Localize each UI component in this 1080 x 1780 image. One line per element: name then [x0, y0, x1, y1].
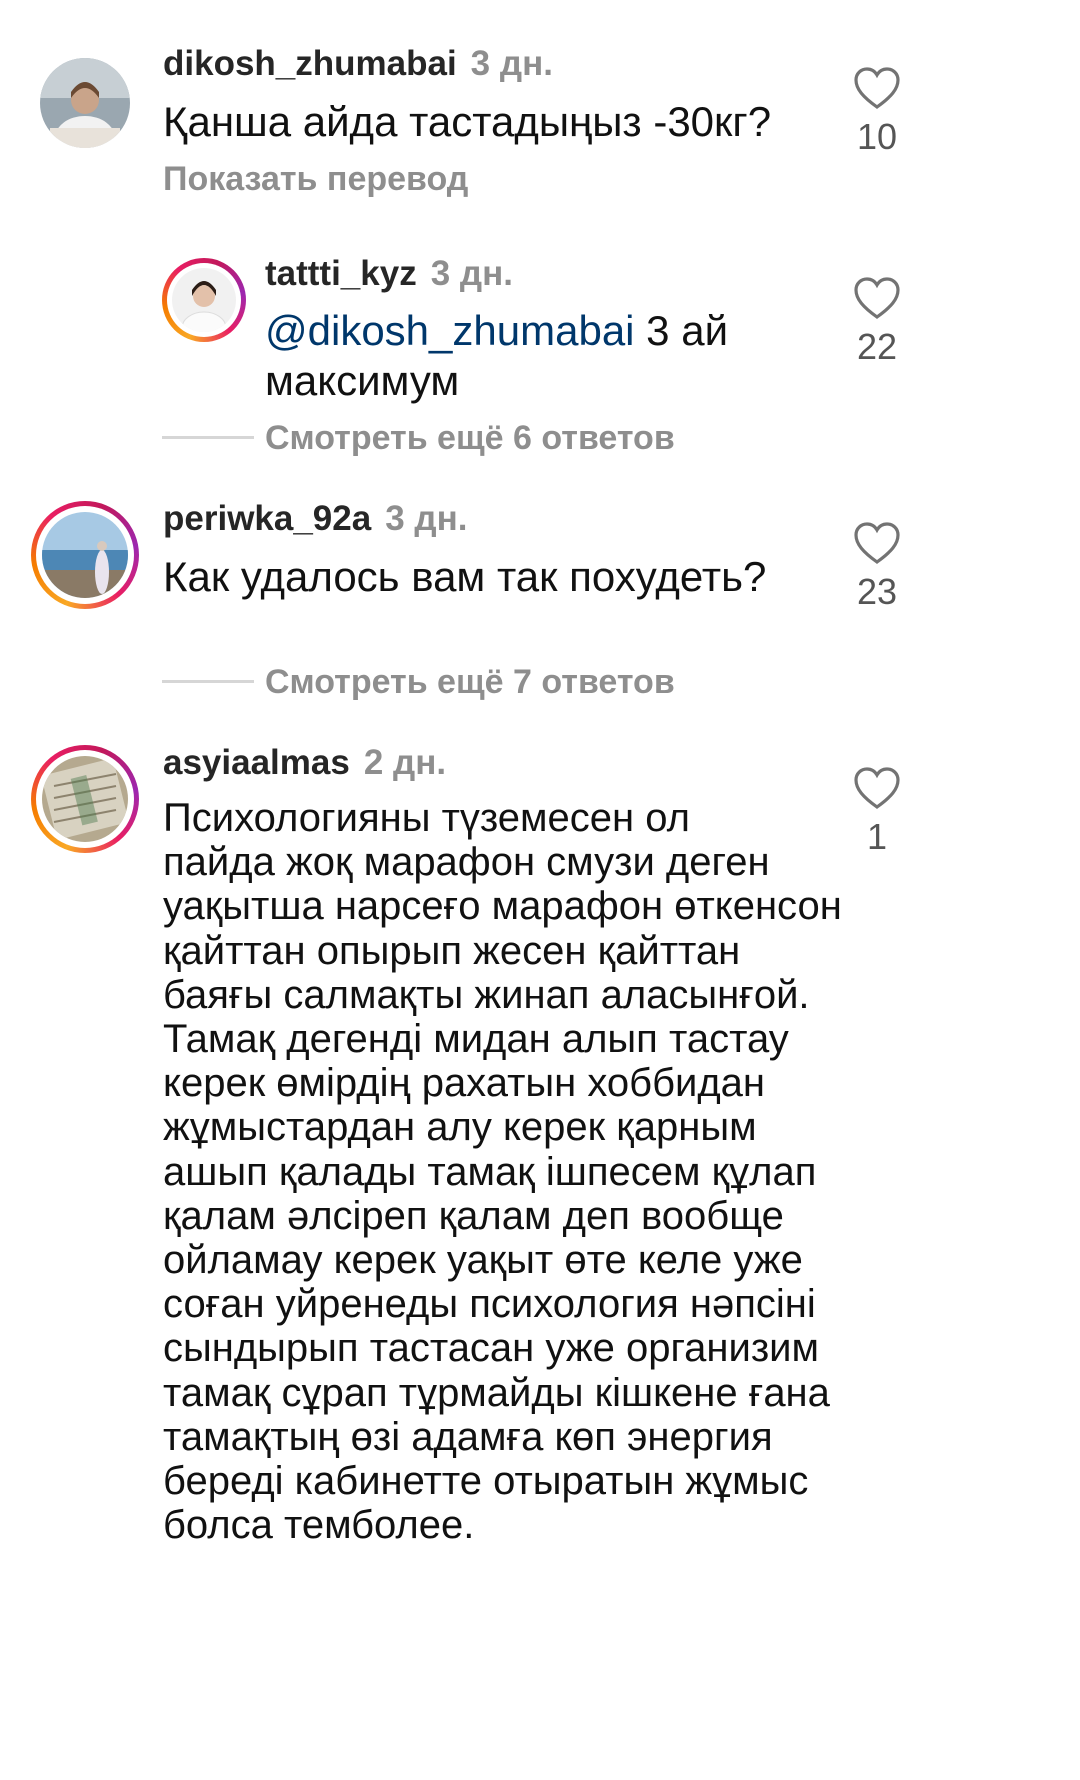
comment-header: dikosh_zhumabai 3 дн. — [163, 44, 553, 84]
replies-divider — [162, 436, 254, 439]
avatar-tattti[interactable] — [162, 258, 246, 342]
avatar-periwka[interactable] — [31, 501, 139, 609]
comment-line: жұмыстардан алу керек қарным — [163, 1105, 757, 1150]
timestamp: 3 дн. — [470, 44, 553, 83]
comment-line: қайттан опырып жесен қайттан — [163, 928, 741, 973]
comment-line: Тамақ дегенді мидан алып тастау — [163, 1017, 789, 1062]
username[interactable]: periwka_92a — [163, 499, 371, 538]
comment-header: tattti_kyz 3 дн. — [265, 254, 513, 294]
heart-outline-icon[interactable] — [853, 66, 901, 110]
like-count: 1 — [866, 816, 888, 857]
comment-line: қалам әлсіреп қалам деп вообще — [163, 1193, 784, 1238]
comment-line: ойламау керек уақыт өте келе уже — [163, 1238, 803, 1283]
view-replies-link[interactable]: Смотреть ещё 7 ответов — [265, 663, 675, 702]
comment-line: пайда жоқ марафон смузи деген — [163, 840, 770, 885]
comment-line: Психологияны түземесен ол — [163, 796, 690, 840]
comment-header: asyiaalmas 2 дн. — [163, 743, 446, 783]
timestamp: 3 дн. — [430, 254, 513, 293]
comment-line: тамақтың өзі адамға көп энергия — [163, 1414, 773, 1459]
heart-outline-icon[interactable] — [853, 521, 901, 565]
mention-link[interactable]: @dikosh_zhumabai — [265, 307, 635, 354]
timestamp: 3 дн. — [385, 499, 468, 538]
translate-link[interactable]: Показать перевод — [163, 160, 468, 199]
avatar-dikosh[interactable] — [40, 58, 130, 148]
heart-outline-icon[interactable] — [853, 766, 901, 810]
view-replies-link[interactable]: Смотреть ещё 6 ответов — [265, 419, 675, 458]
comment-line: тамақ сұрап тұрмайды кішкене ғана — [163, 1370, 830, 1415]
comment-line: сындырып тастасан уже организим — [163, 1326, 820, 1371]
comment-line: болса темболее. — [163, 1503, 475, 1548]
timestamp: 2 дн. — [363, 743, 447, 782]
replies-divider — [162, 680, 254, 683]
comment-text: Как удалось вам так похудеть? — [163, 553, 767, 600]
reply-text-line2: максимум — [265, 357, 460, 404]
like-count: 23 — [856, 571, 898, 612]
like-count: 10 — [856, 116, 898, 157]
comment-line: ашып қалады тамақ ішпесем құлап — [163, 1149, 817, 1194]
heart-outline-icon[interactable] — [853, 276, 901, 320]
comment-header: periwka_92a 3 дн. — [163, 499, 468, 539]
comment-line: керек өмірдің рахатын хоббидан — [163, 1061, 766, 1106]
comment-text: @dikosh_zhumabai 3 ай максимум — [265, 306, 728, 406]
comment-line: уақытша нарсеғо марафон өткенсон — [163, 884, 842, 929]
avatar-asyiaalmas[interactable] — [31, 745, 139, 853]
username[interactable]: dikosh_zhumabai — [163, 44, 457, 83]
comment-text: Қанша айда тастадыңыз -30кг? — [163, 98, 772, 145]
username[interactable]: tattti_kyz — [265, 254, 417, 293]
comment-line: соған уйренеды психология нәпсіні — [163, 1282, 816, 1327]
like-count: 22 — [856, 326, 898, 367]
comment-text: Психологияны түземесен ол пайда жоқ мара… — [163, 796, 842, 1547]
comment-line: береді кабинетте отыратын жұмыс — [163, 1459, 809, 1504]
comment-line: баяғы салмақты жинап аласынғой. — [163, 972, 810, 1017]
reply-text: 3 ай — [634, 307, 729, 354]
username[interactable]: asyiaalmas — [163, 743, 350, 782]
